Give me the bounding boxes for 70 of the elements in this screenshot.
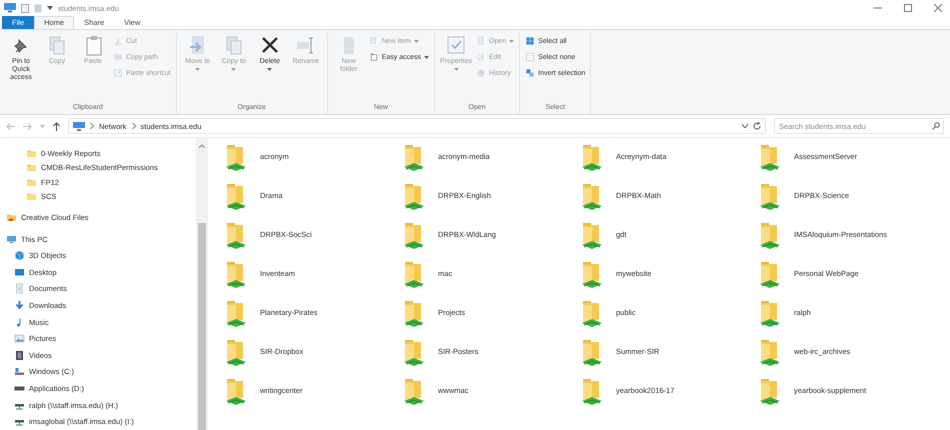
easy-access-icon <box>368 52 379 62</box>
edit-icon <box>476 52 486 62</box>
new-item-icon <box>368 36 379 46</box>
network-folder-icon <box>758 183 782 211</box>
network-folder-icon <box>402 261 426 289</box>
lines-icon <box>113 52 123 62</box>
network-folder-icon <box>402 378 426 406</box>
network-folder-icon <box>224 144 248 172</box>
search-icon <box>932 122 940 130</box>
network-folder-icon <box>402 183 426 211</box>
computer-icon <box>6 234 17 245</box>
cube-icon <box>14 250 25 262</box>
caret-icon[interactable] <box>742 124 748 128</box>
folder-icon <box>26 176 37 188</box>
cloud-folder-icon <box>6 212 17 224</box>
network-folder-icon <box>580 339 604 367</box>
open-icon <box>476 36 486 46</box>
network-folder-icon <box>580 300 604 328</box>
network-folder-icon <box>224 378 248 406</box>
history-icon <box>476 68 486 78</box>
scissors-icon <box>113 36 123 46</box>
system-drive-icon <box>14 366 25 378</box>
network-folder-icon <box>758 144 782 172</box>
folder-icon <box>26 148 37 159</box>
film-icon <box>14 350 25 361</box>
network-folder-icon <box>758 261 782 289</box>
network-folder-icon <box>580 144 604 172</box>
network-folder-icon <box>758 300 782 328</box>
computer-icon <box>73 122 85 130</box>
download-arrow-icon <box>14 300 25 312</box>
select-all-icon <box>525 36 536 46</box>
network-folder-icon <box>758 339 782 367</box>
desktop-icon <box>14 266 25 278</box>
invert-selection-icon <box>525 68 536 78</box>
scrollbar[interactable] <box>196 138 208 430</box>
forward-arrow-icon[interactable] <box>23 122 32 130</box>
network-folder-icon <box>580 261 604 289</box>
chevron-icon <box>132 123 136 129</box>
shortcut-icon <box>113 68 123 78</box>
maximize-icon[interactable] <box>904 4 912 12</box>
network-folder-icon <box>224 261 248 289</box>
network-folder-icon <box>224 300 248 328</box>
scrollbar-thumb[interactable] <box>198 223 206 430</box>
properties-icon[interactable] <box>21 4 29 12</box>
network-folder-icon <box>402 300 426 328</box>
network-folder-icon <box>224 183 248 211</box>
pictures-icon <box>14 333 25 344</box>
network-folder-icon <box>402 222 426 250</box>
refresh-icon[interactable] <box>753 122 761 130</box>
network-folder-icon <box>580 378 604 406</box>
network-folder-icon <box>580 222 604 250</box>
properties-icon <box>445 34 468 56</box>
network-folder-icon <box>224 222 248 250</box>
network-folder-icon <box>580 183 604 211</box>
caret-icon[interactable] <box>47 6 53 10</box>
back-arrow-icon[interactable] <box>6 122 15 130</box>
network-folder-icon <box>402 144 426 172</box>
folder-icon <box>26 162 37 174</box>
close-icon[interactable] <box>934 4 942 12</box>
chevron-icon <box>90 123 94 129</box>
scroll-up-icon[interactable] <box>199 144 205 148</box>
documents-icon <box>14 283 25 294</box>
up-arrow-icon[interactable] <box>53 122 60 130</box>
network-folder-icon <box>224 339 248 367</box>
folder-icon <box>26 191 37 202</box>
network-folder-icon <box>758 222 782 250</box>
network-folder-icon <box>758 378 782 406</box>
network-folder-icon <box>402 339 426 367</box>
select-none-icon <box>525 52 536 62</box>
computer-icon <box>4 3 16 13</box>
